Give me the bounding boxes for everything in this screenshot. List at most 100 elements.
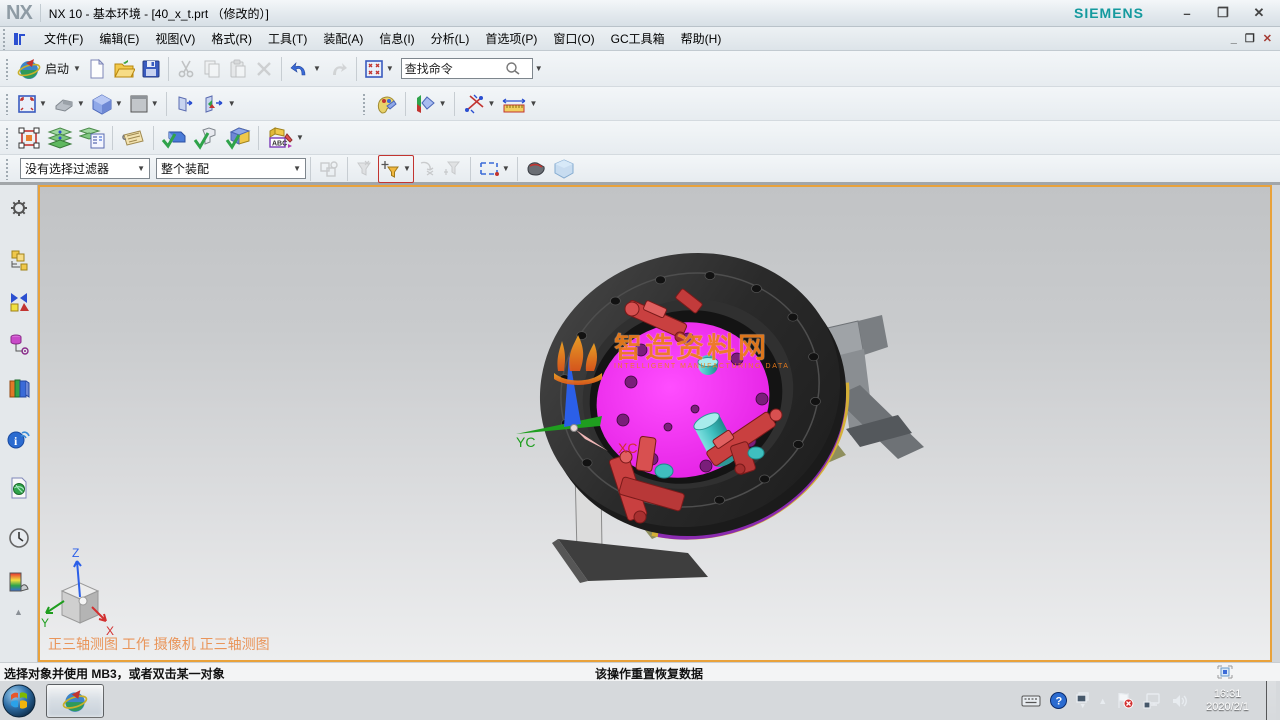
isometric-view-button[interactable]: ▼ xyxy=(88,90,126,118)
sidebar-part-navigator[interactable] xyxy=(4,329,34,359)
delete-button[interactable] xyxy=(251,55,277,83)
measure-distance-button[interactable]: ▼ xyxy=(498,90,540,118)
cut-button[interactable] xyxy=(173,55,199,83)
toolbar-grip[interactable] xyxy=(5,93,9,115)
window-layout-dropdown-arrow[interactable]: ▼ xyxy=(386,64,394,73)
menu-file[interactable]: 文件(F) xyxy=(36,27,91,50)
search-dropdown-arrow[interactable]: ▼ xyxy=(535,64,543,73)
fit-view-button[interactable]: ▼ xyxy=(14,90,50,118)
window-layout-button[interactable]: ▼ xyxy=(361,55,397,83)
new-file-button[interactable] xyxy=(84,55,110,83)
menu-format[interactable]: 格式(R) xyxy=(203,27,260,50)
open-file-button[interactable] xyxy=(110,55,138,83)
find-command-input[interactable] xyxy=(405,62,505,76)
graphics-viewport[interactable]: YC XC Z Y X xyxy=(38,185,1272,662)
rectangle-select-button[interactable]: ▼ xyxy=(475,155,513,183)
assembly-scope-dropdown[interactable]: 整个装配 ▼ xyxy=(156,158,306,179)
menu-assemblies[interactable]: 装配(A) xyxy=(315,27,371,50)
start-dropdown-arrow[interactable]: ▼ xyxy=(73,64,81,73)
note-tag-icon xyxy=(120,127,146,149)
start-menu-button[interactable]: 启动 ▼ xyxy=(14,55,84,83)
snap-point-button[interactable]: ▼ xyxy=(378,155,414,183)
render-style-button[interactable]: ▼ xyxy=(126,90,162,118)
action-center-flag-icon[interactable] xyxy=(1116,692,1134,709)
move-component-button[interactable] xyxy=(14,124,44,152)
validate-cube-button[interactable] xyxy=(222,124,254,152)
sidebar-visual-palette[interactable] xyxy=(4,567,34,597)
sidebar-constraint-navigator[interactable] xyxy=(4,287,34,317)
orient-part-button[interactable]: ▼ xyxy=(50,90,88,118)
related-filter-button[interactable] xyxy=(440,155,466,183)
validate-tool-button[interactable] xyxy=(190,124,222,152)
doc-close-button[interactable]: ✕ xyxy=(1263,32,1272,45)
doc-restore-button[interactable]: ❐ xyxy=(1245,32,1255,45)
window-minimize-button[interactable]: – xyxy=(1176,6,1198,21)
select-assembly-button[interactable] xyxy=(315,155,343,183)
triad-y-label: Y xyxy=(41,616,49,630)
selection-bar: 没有选择过滤器 ▼ 整个装配 ▼ ▼ xyxy=(0,155,1280,185)
sidebar-web-browser[interactable] xyxy=(4,473,34,503)
menu-edit[interactable]: 编辑(E) xyxy=(91,27,147,50)
validate-block-button[interactable] xyxy=(158,124,190,152)
block-check-icon xyxy=(161,126,187,150)
sidebar-roles[interactable] xyxy=(4,193,34,223)
network-tray-icon[interactable] xyxy=(1143,693,1162,709)
sidebar-hd3d-tools[interactable]: i xyxy=(4,423,34,453)
work-section-button[interactable]: ▼ xyxy=(199,90,239,118)
window-close-button[interactable]: ✕ xyxy=(1248,5,1270,21)
menu-gc-toolbox[interactable]: GC工具箱 xyxy=(603,27,673,50)
screen: NX NX 10 - 基本环境 - [40_x_t.prt （修改的）] SIE… xyxy=(0,0,1280,720)
menu-window[interactable]: 窗口(O) xyxy=(545,27,602,50)
doc-minimize-button[interactable]: _ xyxy=(1231,33,1237,45)
derive-filter-button[interactable] xyxy=(414,155,440,183)
menu-information[interactable]: 信息(I) xyxy=(371,27,422,50)
volume-tray-icon[interactable] xyxy=(1171,693,1189,709)
sidebar-assembly-navigator[interactable] xyxy=(4,245,34,275)
menubar-grip[interactable] xyxy=(2,28,6,50)
selection-indicator-icon[interactable] xyxy=(1216,664,1234,680)
sidebar-history[interactable] xyxy=(4,523,34,553)
show-hidden-icons-arrow[interactable]: ▲ xyxy=(1098,696,1107,706)
assembly-sequence-button[interactable] xyxy=(44,124,76,152)
layer-settings-button[interactable] xyxy=(76,124,108,152)
toolbar-grip[interactable] xyxy=(5,158,9,180)
annotation-button[interactable] xyxy=(117,124,149,152)
toolbar-grip[interactable] xyxy=(362,93,366,115)
keyboard-tray-icon[interactable] xyxy=(1021,694,1041,708)
window-restore-button[interactable]: ❐ xyxy=(1212,5,1234,21)
menu-tools[interactable]: 工具(T) xyxy=(260,27,315,50)
taskbar-clock[interactable]: 16:31 2020/2/1 xyxy=(1198,688,1257,714)
save-button[interactable] xyxy=(138,55,164,83)
transparent-cube-icon xyxy=(553,158,575,180)
menu-help[interactable]: 帮助(H) xyxy=(673,27,730,50)
menu-analysis[interactable]: 分析(L) xyxy=(423,27,478,50)
start-button[interactable] xyxy=(0,682,38,720)
assembly-constraints-button[interactable]: ▼ xyxy=(459,90,499,118)
restore-windows-tray[interactable]: ▼ xyxy=(1076,692,1089,710)
toolbar-grip[interactable] xyxy=(5,127,9,149)
color-palette-icon xyxy=(8,571,30,593)
toolbar-grip[interactable] xyxy=(5,58,9,80)
sidebar-collapse-arrow[interactable]: ▲ xyxy=(14,607,23,617)
undo-button[interactable]: ▼ xyxy=(286,55,324,83)
menu-preferences[interactable]: 首选项(P) xyxy=(477,27,545,50)
named-view-button[interactable]: ▼ xyxy=(410,90,450,118)
visual-roles-button[interactable] xyxy=(371,90,401,118)
transparent-cube-button[interactable] xyxy=(550,155,578,183)
taskbar-nx-button[interactable] xyxy=(46,684,104,718)
show-desktop-button[interactable] xyxy=(1266,681,1276,720)
selection-filter-dropdown[interactable]: 没有选择过滤器 ▼ xyxy=(20,158,150,179)
undo-dropdown-arrow[interactable]: ▼ xyxy=(313,64,321,73)
help-tray-icon[interactable]: ? xyxy=(1050,692,1067,709)
edit-section-button[interactable] xyxy=(171,90,199,118)
redo-button[interactable] xyxy=(324,55,352,83)
snap-filter-button[interactable] xyxy=(352,155,378,183)
sidebar-reuse-library[interactable] xyxy=(4,373,34,403)
search-icon[interactable] xyxy=(505,61,520,76)
menu-view[interactable]: 视图(V) xyxy=(147,27,203,50)
edit-object-display-button[interactable]: ABC ▼ xyxy=(263,124,307,152)
copy-button[interactable] xyxy=(199,55,225,83)
paste-button[interactable] xyxy=(225,55,251,83)
general-object-button[interactable] xyxy=(522,155,550,183)
constraint-navigator-icon xyxy=(8,291,30,313)
